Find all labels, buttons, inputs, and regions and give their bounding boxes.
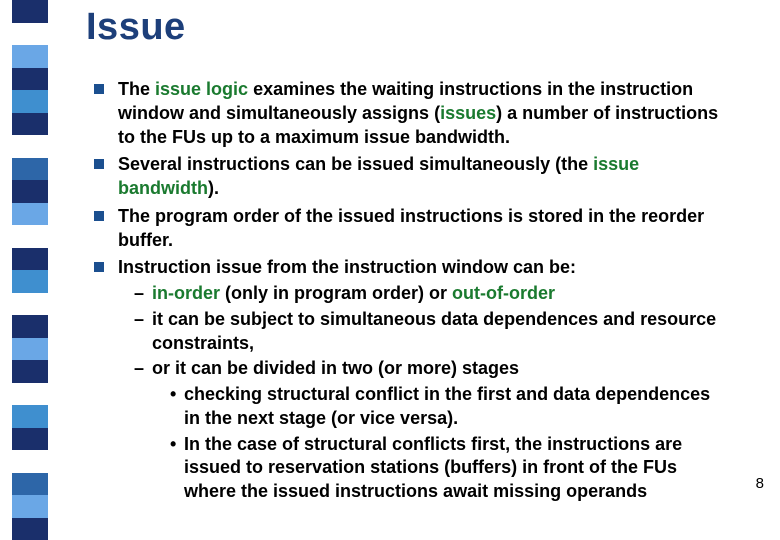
list-item: Instruction issue from the instruction w… — [90, 256, 730, 504]
sidebar-segment — [12, 338, 48, 361]
sidebar-segment — [12, 180, 48, 203]
bullet-list-level1: The issue logic examines the waiting ins… — [90, 78, 730, 504]
sidebar-segment — [12, 473, 48, 496]
sidebar-segment — [12, 248, 48, 271]
sidebar-segment — [12, 135, 48, 158]
sidebar-segment — [12, 23, 48, 46]
sidebar-segment — [12, 383, 48, 406]
sidebar-segment — [12, 315, 48, 338]
bullet-list: checking structural conflict in the firs… — [166, 383, 730, 504]
sidebar-segment — [12, 45, 48, 68]
sidebar-segment — [12, 113, 48, 136]
bullet-list: in-order (only in program order) or out-… — [130, 282, 730, 504]
decorative-sidebar — [12, 0, 48, 540]
page-number: 8 — [756, 475, 764, 492]
sidebar-segment — [12, 450, 48, 473]
slide-title: Issue — [86, 6, 186, 49]
sidebar-segment — [12, 495, 48, 518]
sidebar-segment — [12, 158, 48, 181]
sidebar-segment — [12, 293, 48, 316]
list-item: In the case of structural conflicts firs… — [166, 433, 730, 504]
list-item: in-order (only in program order) or out-… — [130, 282, 730, 306]
sidebar-segment — [12, 360, 48, 383]
list-item: Several instructions can be issued simul… — [90, 153, 730, 201]
list-item: or it can be divided in two (or more) st… — [130, 357, 730, 504]
sidebar-segment — [12, 428, 48, 451]
sidebar-segment — [12, 225, 48, 248]
sidebar-segment — [12, 405, 48, 428]
sidebar-segment — [12, 90, 48, 113]
sidebar-segment — [12, 518, 48, 540]
slide-body: The issue logic examines the waiting ins… — [90, 78, 730, 508]
list-item: The issue logic examines the waiting ins… — [90, 78, 730, 149]
sidebar-segment — [12, 0, 48, 23]
sidebar-segment — [12, 270, 48, 293]
sidebar-segment — [12, 203, 48, 226]
list-item: checking structural conflict in the firs… — [166, 383, 730, 431]
list-item: The program order of the issued instruct… — [90, 205, 730, 253]
sidebar-segment — [12, 68, 48, 91]
list-item: it can be subject to simultaneous data d… — [130, 308, 730, 356]
